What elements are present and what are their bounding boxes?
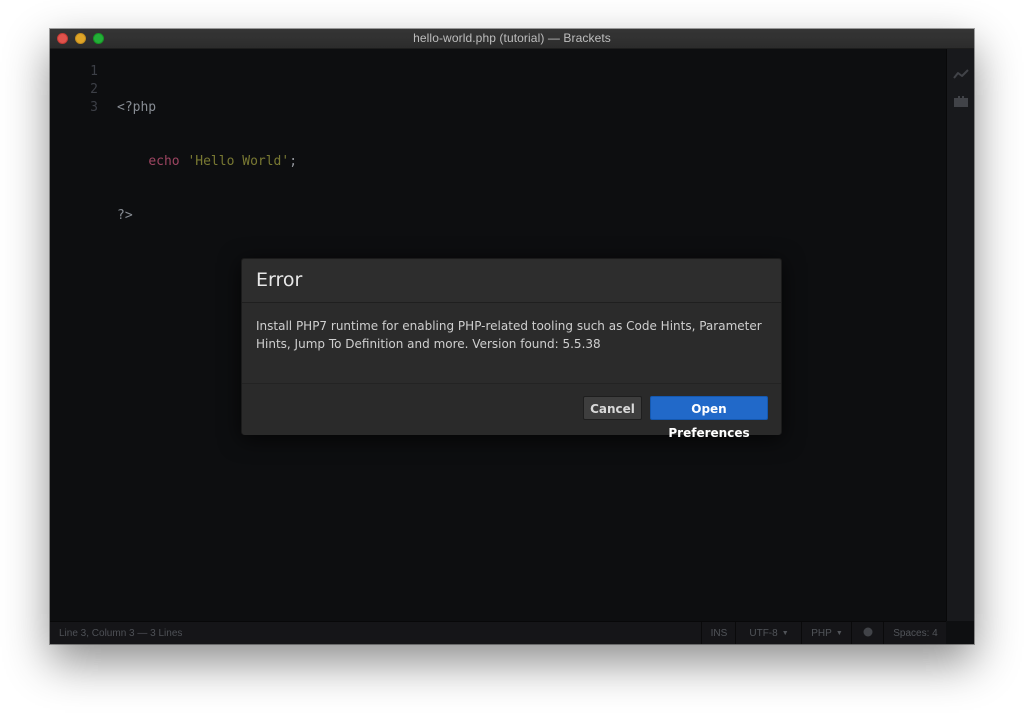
dialog-message: Install PHP7 runtime for enabling PHP-re…: [256, 319, 762, 351]
dialog-header: Error: [242, 259, 781, 303]
dialog-footer: Cancel Open Preferences: [242, 383, 781, 440]
dialog-title: Error: [256, 269, 303, 291]
cancel-button[interactable]: Cancel: [583, 396, 642, 420]
brackets-window: hello-world.php (tutorial) — Brackets 1 …: [50, 29, 974, 644]
error-dialog: Error Install PHP7 runtime for enabling …: [241, 258, 782, 440]
open-preferences-button[interactable]: Open Preferences: [650, 396, 768, 440]
